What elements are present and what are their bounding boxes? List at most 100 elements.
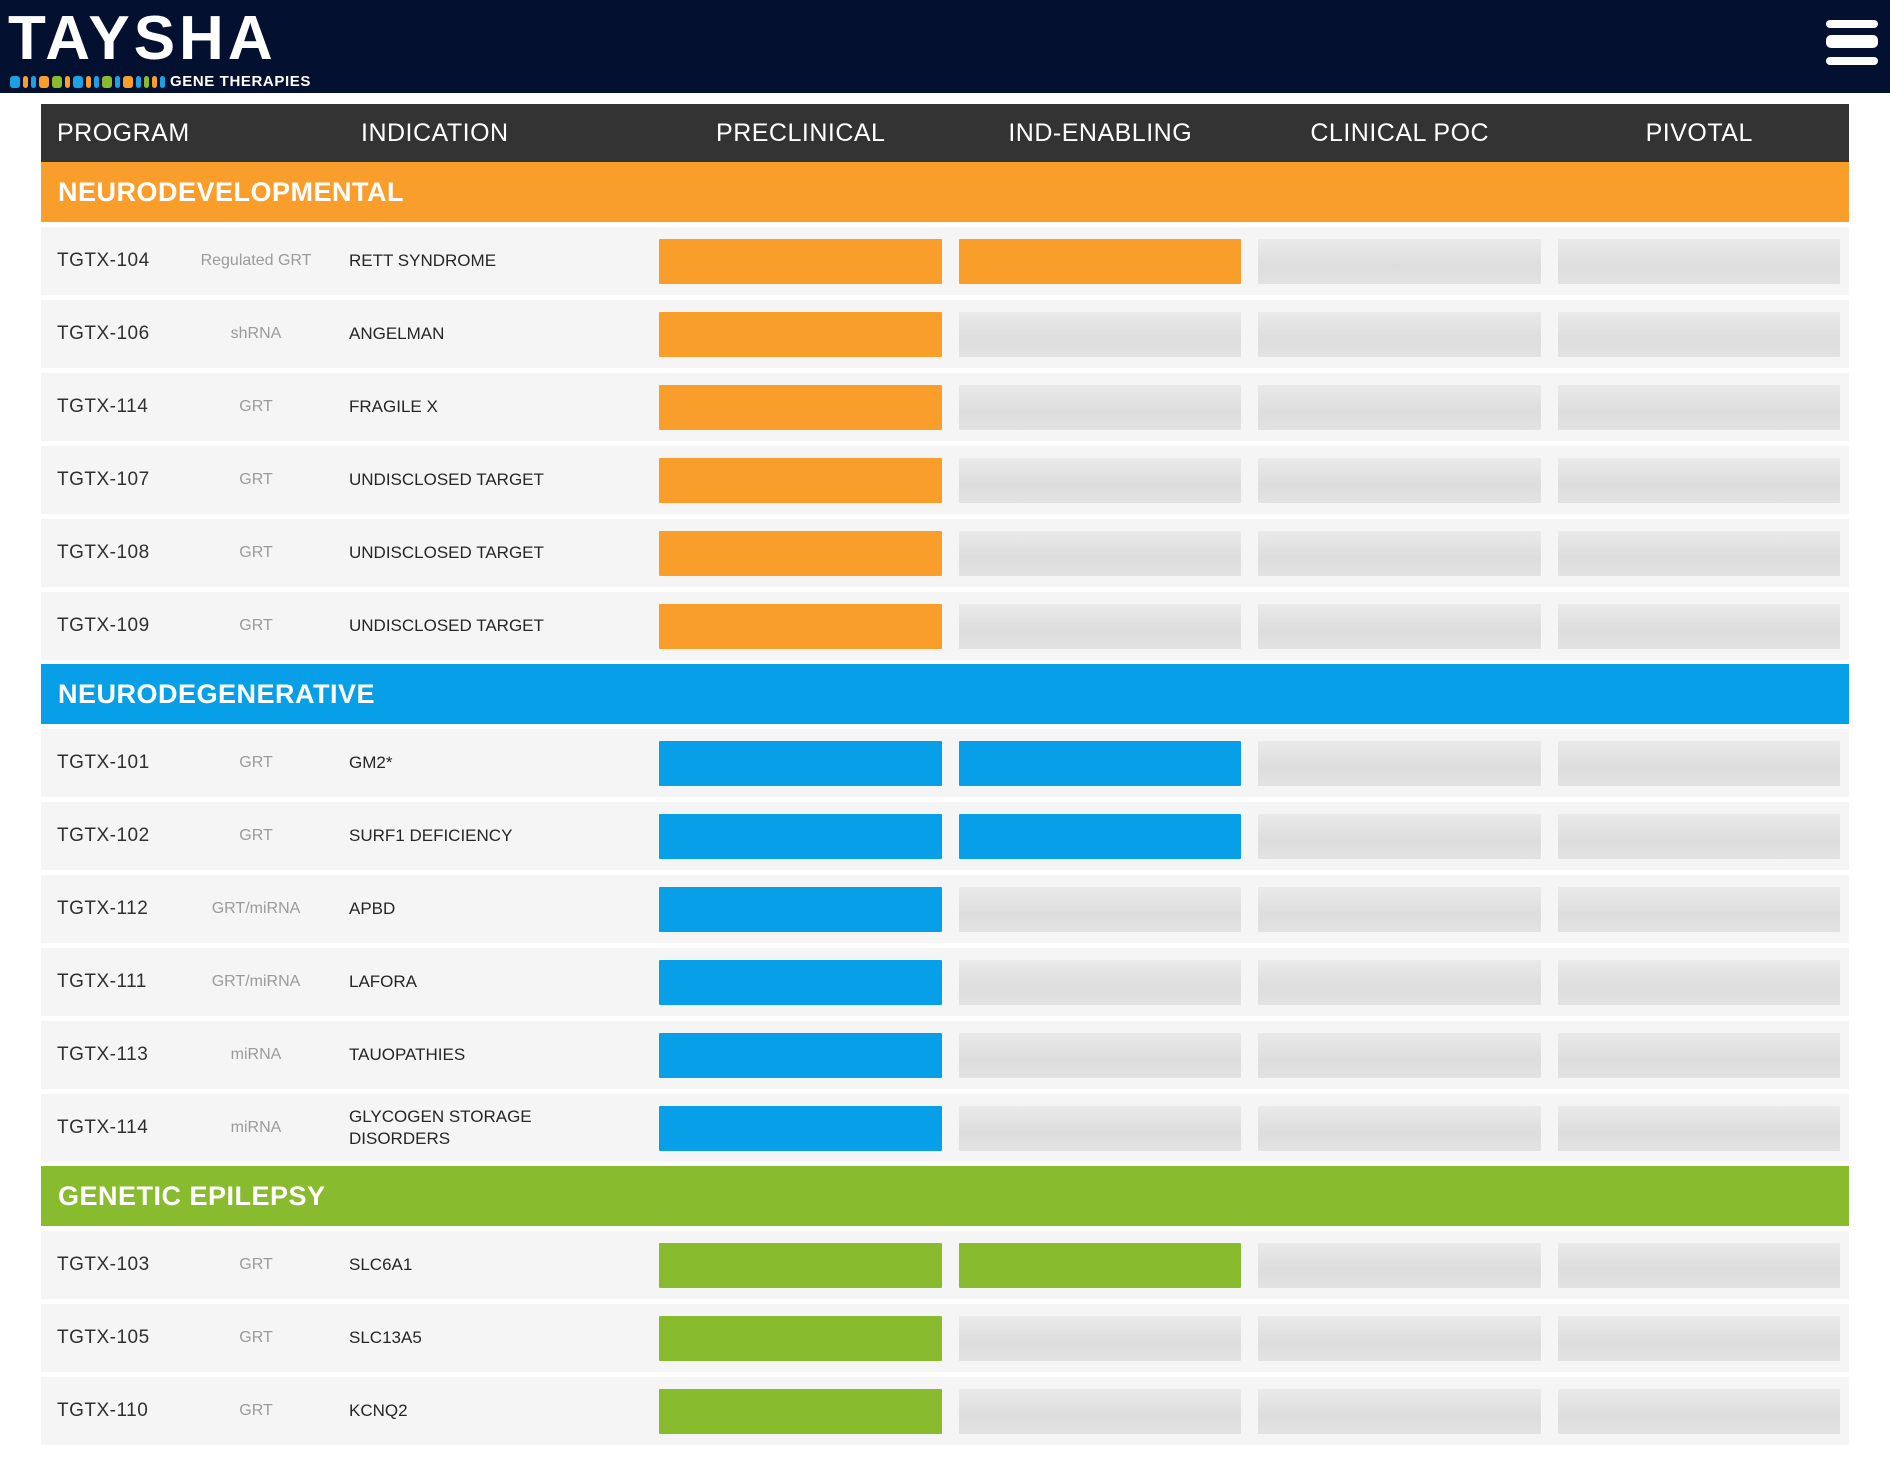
logo-tick — [136, 76, 141, 88]
phase-empty-bar-ind-enabling — [959, 604, 1242, 649]
section-neurodevelopmental: NEURODEVELOPMENTALTGTX-104Regulated GRTR… — [41, 162, 1849, 660]
modality-label: GRT — [191, 617, 321, 635]
hamburger-bar — [1826, 57, 1878, 65]
phase-cell-clinical-poc — [1250, 1094, 1550, 1162]
phase-empty-bar-ind-enabling — [959, 1316, 1242, 1361]
phase-empty-bar-clinical-poc — [1258, 531, 1541, 576]
phase-empty-bar-pivotal — [1558, 1389, 1841, 1434]
program-code: TGTX-108 — [41, 542, 191, 564]
phase-progress-bar-preclinical — [659, 1316, 942, 1361]
phase-cell-preclinical — [651, 592, 951, 660]
program-row-tgtx-113-tauopathies: TGTX-113miRNATAUOPATHIES — [41, 1016, 1849, 1089]
phase-progress-bar-preclinical — [659, 239, 942, 284]
modality-label: Regulated GRT — [191, 252, 321, 270]
phase-cell-ind-enabling — [951, 446, 1251, 514]
phase-empty-bar-clinical-poc — [1258, 1316, 1541, 1361]
phase-cell-preclinical — [651, 519, 951, 587]
phase-empty-bar-pivotal — [1558, 1106, 1841, 1151]
phase-progress-bar-preclinical — [659, 741, 942, 786]
phase-empty-bar-ind-enabling — [959, 887, 1242, 932]
indication-cell: APBD — [321, 898, 651, 920]
phase-cell-ind-enabling — [951, 592, 1251, 660]
phase-cell-pivotal — [1550, 1021, 1850, 1089]
phase-empty-bar-pivotal — [1558, 1243, 1841, 1288]
column-header-pivotal: PIVOTAL — [1550, 119, 1850, 148]
phase-cell-pivotal — [1550, 1377, 1850, 1445]
logo-tagline: GENE THERAPIES — [170, 73, 311, 90]
program-code: TGTX-112 — [41, 898, 191, 920]
section-header-neurodegenerative: NEURODEGENERATIVE — [41, 664, 1849, 724]
logo-tick — [144, 76, 149, 88]
phase-empty-bar-clinical-poc — [1258, 1389, 1541, 1434]
phase-cell-clinical-poc — [1250, 1021, 1550, 1089]
phase-empty-bar-ind-enabling — [959, 1389, 1242, 1434]
phase-empty-bar-ind-enabling — [959, 385, 1242, 430]
program-row-tgtx-107-undisclosed-target: TGTX-107GRTUNDISCLOSED TARGET — [41, 441, 1849, 514]
phase-cell-pivotal — [1550, 227, 1850, 295]
phase-cell-clinical-poc — [1250, 373, 1550, 441]
modality-label: GRT — [191, 1402, 321, 1420]
indication-label: UNDISCLOSED TARGET — [349, 469, 544, 491]
pipeline-table: PROGRAM INDICATION PRECLINICAL IND-ENABL… — [41, 104, 1849, 1445]
phase-empty-bar-pivotal — [1558, 531, 1841, 576]
phase-cell-pivotal — [1550, 300, 1850, 368]
phase-empty-bar-pivotal — [1558, 239, 1841, 284]
phase-progress-bar-preclinical — [659, 385, 942, 430]
phase-empty-bar-pivotal — [1558, 604, 1841, 649]
indication-label: LAFORA — [349, 971, 417, 993]
indication-label: UNDISCLOSED TARGET — [349, 542, 544, 564]
phase-cell-preclinical — [651, 948, 951, 1016]
phase-cell-clinical-poc — [1250, 729, 1550, 797]
phase-cell-pivotal — [1550, 592, 1850, 660]
indication-label: SURF1 DEFICIENCY — [349, 825, 512, 847]
phase-cell-preclinical — [651, 729, 951, 797]
program-row-tgtx-109-undisclosed-target: TGTX-109GRTUNDISCLOSED TARGET — [41, 587, 1849, 660]
phase-progress-bar-preclinical — [659, 1243, 942, 1288]
indication-label: APBD — [349, 898, 395, 920]
phase-cell-pivotal — [1550, 948, 1850, 1016]
phase-empty-bar-clinical-poc — [1258, 814, 1541, 859]
phase-progress-bar-ind-enabling — [959, 239, 1242, 284]
program-code: TGTX-107 — [41, 469, 191, 491]
indication-cell: TAUOPATHIES — [321, 1044, 651, 1066]
hamburger-menu-icon[interactable] — [1826, 20, 1878, 65]
phase-cell-ind-enabling — [951, 948, 1251, 1016]
phase-progress-bar-preclinical — [659, 814, 942, 859]
phase-empty-bar-clinical-poc — [1258, 385, 1541, 430]
phase-empty-bar-clinical-poc — [1258, 1243, 1541, 1288]
logo-tick — [73, 76, 83, 88]
phase-cell-ind-enabling — [951, 1377, 1251, 1445]
program-code: TGTX-109 — [41, 615, 191, 637]
column-header-indication: INDICATION — [321, 119, 651, 148]
phase-progress-bar-preclinical — [659, 887, 942, 932]
indication-label: TAUOPATHIES — [349, 1044, 465, 1066]
logo-tick — [65, 76, 70, 88]
phase-progress-bar-ind-enabling — [959, 1243, 1242, 1288]
column-header-ind-enabling: IND-ENABLING — [951, 119, 1251, 148]
phase-cell-clinical-poc — [1250, 875, 1550, 943]
phase-cell-preclinical — [651, 1304, 951, 1372]
phase-cell-ind-enabling — [951, 802, 1251, 870]
phase-progress-bar-preclinical — [659, 312, 942, 357]
phase-cell-preclinical — [651, 802, 951, 870]
program-row-tgtx-105-slc13a5: TGTX-105GRTSLC13A5 — [41, 1299, 1849, 1372]
phase-cell-ind-enabling — [951, 875, 1251, 943]
program-row-tgtx-108-undisclosed-target: TGTX-108GRTUNDISCLOSED TARGET — [41, 514, 1849, 587]
taysha-logo[interactable]: TAYSHA GENE THERAPIES — [8, 8, 311, 90]
indication-label: GM2* — [349, 752, 392, 774]
logo-tick — [123, 76, 133, 88]
top-nav-bar: TAYSHA GENE THERAPIES — [0, 0, 1890, 93]
column-header-preclinical: PRECLINICAL — [651, 119, 951, 148]
logo-tick — [23, 76, 28, 88]
phase-cell-preclinical — [651, 1377, 951, 1445]
phase-empty-bar-pivotal — [1558, 1316, 1841, 1361]
phase-empty-bar-ind-enabling — [959, 1033, 1242, 1078]
phase-empty-bar-clinical-poc — [1258, 1106, 1541, 1151]
phase-empty-bar-ind-enabling — [959, 458, 1242, 503]
logo-tick — [52, 76, 62, 88]
phase-progress-bar-preclinical — [659, 1389, 942, 1434]
modality-label: GRT — [191, 1329, 321, 1347]
phase-cell-preclinical — [651, 1231, 951, 1299]
logo-tick — [10, 76, 20, 88]
modality-label: GRT/miRNA — [191, 900, 321, 918]
